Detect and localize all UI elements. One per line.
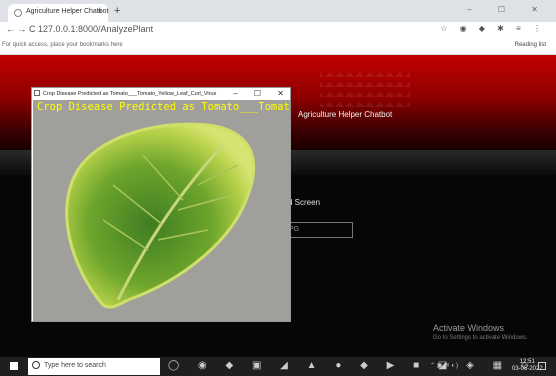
header-title: Agriculture Helper Chatbot (298, 110, 393, 119)
maximize-button[interactable]: ☐ (254, 89, 261, 98)
close-button[interactable]: ✕ (277, 89, 284, 98)
upload-heading: d Screen (288, 198, 321, 207)
tab-title: Agriculture Helper Chatbot (26, 8, 109, 15)
notification-icon[interactable] (538, 362, 546, 370)
leaf-image: Crop Disease Predicted as Tomato___Tomat… (33, 100, 290, 321)
prediction-overlay-text: Crop Disease Predicted as Tomato___Tomat… (37, 101, 290, 113)
minimize-button[interactable]: – (233, 89, 237, 98)
prediction-window[interactable]: Crop Disease Predicted as Tomato___Tomat… (31, 87, 291, 322)
tab-favicon-icon (14, 9, 22, 17)
browser-toolbar: ← → C 127.0.0.1:8000/AnalyzePlant ☆ ◉ ◆ … (0, 22, 556, 38)
system-tray-icons[interactable]: ⌃ ▣ ✉ ◖ ) (430, 362, 458, 369)
banner-pattern (320, 67, 410, 107)
tab-close-icon[interactable]: × (97, 7, 102, 16)
taskbar-search[interactable]: Type here to search (28, 358, 160, 375)
search-icon (32, 361, 40, 369)
address-bar[interactable]: ← → C 127.0.0.1:8000/AnalyzePlant (6, 24, 153, 34)
bookmarks-hint: For quick access, place your bookmarks h… (2, 42, 123, 48)
file-input[interactable]: PG (286, 222, 353, 238)
prediction-window-title: Crop Disease Predicted as Tomato___Tomat… (43, 91, 217, 97)
bookmarks-bar: For quick access, place your bookmarks h… (0, 38, 556, 55)
browser-window-controls[interactable]: – ☐ ✕ (467, 5, 550, 14)
web-page: Agriculture Helper Chatbot d Screen PG A… (0, 55, 556, 357)
reading-list-button[interactable]: Reading list (515, 42, 546, 48)
windows-taskbar: Type here to search ◯ ◉ ◆ ▣ ◢ ▲ ● ◆ ▶ ■ … (0, 357, 556, 376)
window-app-icon (34, 90, 40, 96)
search-placeholder: Type here to search (44, 362, 106, 369)
activate-windows-subtitle: Go to Settings to activate Windows. (433, 335, 528, 341)
taskbar-app-icons[interactable]: ◯ ◉ ◆ ▣ ◢ ▲ ● ◆ ▶ ■ ◪ ◈ ▦ ◇ (168, 360, 537, 371)
new-tab-button[interactable]: + (114, 5, 120, 17)
windows-start-icon[interactable] (10, 362, 18, 370)
window-controls: – ☐ ✕ (219, 89, 284, 98)
leaf-illustration (33, 100, 290, 321)
browser-tab-bar: Agriculture Helper Chatbot × + – ☐ ✕ (0, 0, 556, 22)
extension-icons[interactable]: ☆ ◉ ◆ ✱ ≡ ⋮ (440, 24, 546, 33)
activate-windows-title: Activate Windows (433, 323, 505, 333)
browser-tab[interactable]: Agriculture Helper Chatbot × (8, 4, 109, 22)
